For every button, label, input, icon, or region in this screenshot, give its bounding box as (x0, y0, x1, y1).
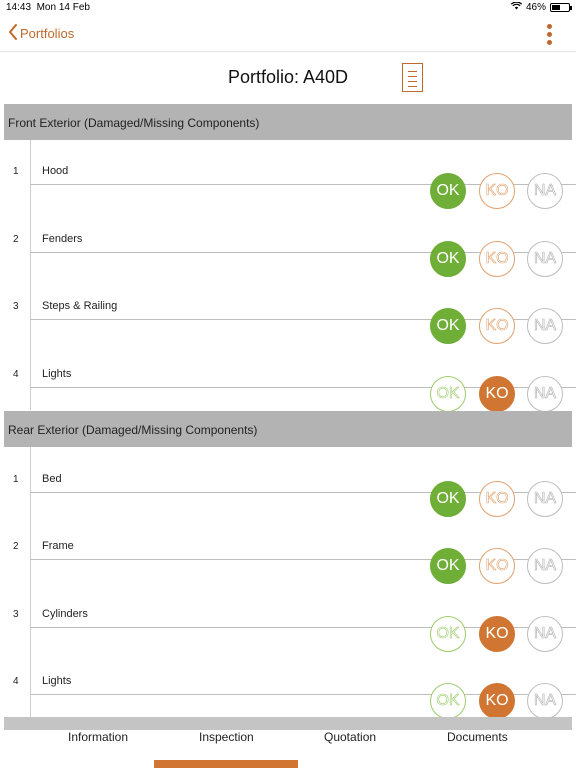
row-label: Fenders (42, 233, 83, 245)
navigation-bar: Portfolios (0, 16, 576, 52)
na-button[interactable]: NA (527, 548, 563, 584)
status-bar: 14:43 Mon 14 Feb 46% (0, 0, 576, 16)
checklist-row: 1 Hood OK KO NA (0, 146, 576, 213)
row-label: Cylinders (42, 608, 88, 620)
checklist-row: 1 Bed OK KO NA (0, 454, 576, 521)
tab-documents[interactable]: Documents (447, 730, 508, 744)
wifi-icon (510, 1, 523, 13)
ok-button[interactable]: OK (430, 376, 466, 412)
checklist-row: 2 Frame OK KO NA (0, 521, 576, 588)
checklist-row: 4 Lights OK KO NA (0, 656, 576, 723)
row-label: Frame (42, 540, 74, 552)
chevron-left-icon (8, 24, 20, 43)
row-number: 3 (13, 301, 19, 312)
row-number: 2 (13, 541, 19, 552)
status-right: 46% (510, 1, 572, 13)
page-title: Portfolio: A40D (227, 67, 349, 87)
ok-button[interactable]: OK (430, 173, 466, 209)
na-button[interactable]: NA (527, 308, 563, 344)
back-button[interactable]: Portfolios (8, 24, 74, 43)
back-button-label: Portfolios (20, 26, 75, 41)
checklist-row: 2 Fenders OK KO NA (0, 214, 576, 281)
next-section-header (4, 717, 572, 730)
row-number: 1 (13, 474, 19, 485)
na-button[interactable]: NA (527, 241, 563, 277)
row-number: 4 (13, 676, 19, 687)
tab-information[interactable]: Information (68, 730, 128, 744)
row-label: Bed (42, 473, 62, 485)
row-label: Hood (42, 165, 69, 177)
ok-button[interactable]: OK (430, 481, 466, 517)
ok-button[interactable]: OK (430, 308, 466, 344)
row-number: 2 (13, 234, 19, 245)
title-row: Portfolio: A40D (0, 52, 576, 102)
section-header: Front Exterior (Damaged/Missing Componen… (4, 104, 572, 140)
na-button[interactable]: NA (527, 481, 563, 517)
tab-inspection[interactable]: Inspection (199, 730, 254, 744)
na-button[interactable]: NA (527, 683, 563, 719)
row-number: 3 (13, 609, 19, 620)
document-icon[interactable] (402, 63, 423, 92)
tab-bar: Information Inspection Quotation Documen… (0, 730, 576, 768)
tab-quotation[interactable]: Quotation (324, 730, 376, 744)
checklist-row: 3 Cylinders OK KO NA (0, 589, 576, 656)
ko-button[interactable]: KO (479, 376, 515, 412)
na-button[interactable]: NA (527, 616, 563, 652)
status-time: 14:43 Mon 14 Feb (6, 2, 90, 13)
battery-icon (550, 3, 572, 12)
checklist-row: 3 Steps & Railing OK KO NA (0, 281, 576, 348)
section-header: Rear Exterior (Damaged/Missing Component… (4, 411, 572, 447)
ko-button[interactable]: KO (479, 481, 515, 517)
row-number: 4 (13, 369, 19, 380)
ok-button[interactable]: OK (430, 683, 466, 719)
row-label: Lights (42, 368, 72, 380)
ok-button[interactable]: OK (430, 241, 466, 277)
checklist-row: 4 Lights OK KO NA (0, 349, 576, 416)
more-vertical-icon[interactable] (544, 24, 554, 46)
ko-button[interactable]: KO (479, 548, 515, 584)
row-number: 1 (13, 166, 19, 177)
ko-button[interactable]: KO (479, 616, 515, 652)
ok-button[interactable]: OK (430, 616, 466, 652)
ok-button[interactable]: OK (430, 548, 466, 584)
row-label: Lights (42, 675, 72, 687)
ko-button[interactable]: KO (479, 308, 515, 344)
battery-percent: 46% (525, 2, 546, 13)
ko-button[interactable]: KO (479, 683, 515, 719)
ko-button[interactable]: KO (479, 173, 515, 209)
ko-button[interactable]: KO (479, 241, 515, 277)
row-label: Steps & Railing (42, 300, 118, 312)
na-button[interactable]: NA (527, 173, 563, 209)
na-button[interactable]: NA (527, 376, 563, 412)
active-tab-indicator (154, 760, 298, 768)
